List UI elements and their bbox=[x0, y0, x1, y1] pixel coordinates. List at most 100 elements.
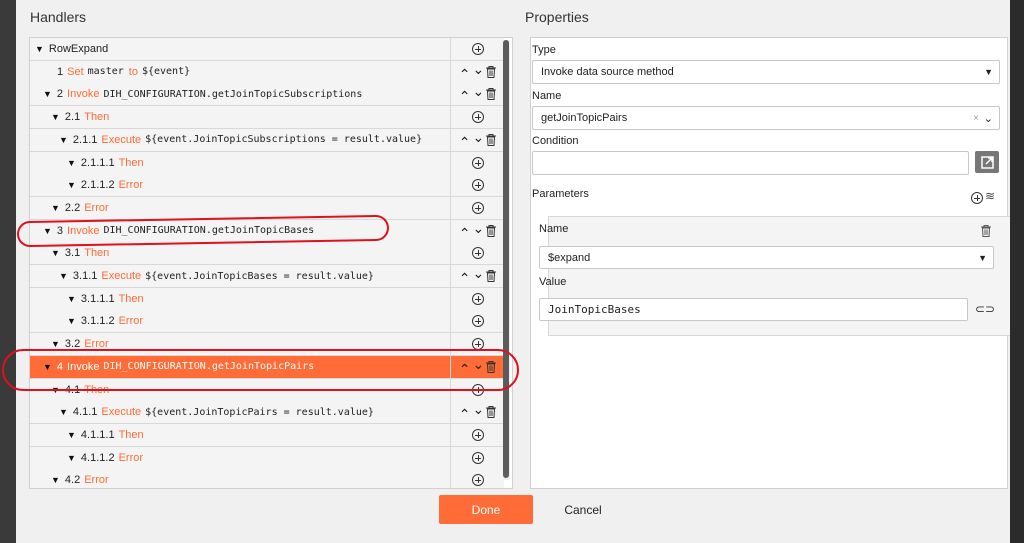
handler-row-main[interactable]: ▼ 3.1.1.1 Then bbox=[30, 287, 451, 310]
handler-row-main[interactable]: ▼ 2.1.1.2 Error bbox=[30, 174, 451, 197]
handler-row[interactable]: ▼ 4.1 Then bbox=[30, 378, 504, 402]
add-handler-icon[interactable] bbox=[471, 179, 484, 192]
move-up-icon[interactable]: ⌃ bbox=[459, 67, 471, 81]
expand-toggle-icon[interactable]: ▼ bbox=[51, 248, 60, 258]
handler-row[interactable]: ▼ 4.1.1.2 Error bbox=[30, 446, 504, 470]
handler-row-main[interactable]: ▼ 4 Invoke DIH_CONFIGURATION.getJoinTopicPa… bbox=[30, 355, 451, 378]
handlers-scrollbar-thumb[interactable] bbox=[503, 40, 509, 478]
move-up-icon[interactable]: ⌃ bbox=[459, 89, 471, 103]
expand-toggle-icon[interactable]: ▼ bbox=[59, 135, 68, 145]
handler-row-main[interactable]: ▼ 4.1 Then bbox=[30, 378, 451, 401]
move-up-icon[interactable]: ⌃ bbox=[459, 362, 471, 376]
handler-row-main[interactable]: ▼ 4.1.1.1 Then bbox=[30, 423, 451, 446]
move-down-icon[interactable]: ⌄ bbox=[473, 84, 485, 98]
handler-row-main[interactable]: ▼ 4.2 Error bbox=[30, 469, 451, 488]
expand-toggle-icon[interactable]: ▼ bbox=[51, 112, 60, 122]
expand-toggle-icon[interactable]: ▼ bbox=[51, 339, 60, 349]
link-icon[interactable]: ⊂⊃ bbox=[975, 302, 995, 316]
expand-toggle-icon[interactable]: ▼ bbox=[67, 294, 76, 304]
layers-icon[interactable]: ≋ bbox=[985, 189, 995, 203]
handler-row[interactable]: ▼ 4.1.1 Execute ${event.JoinTopicPairs = re… bbox=[30, 401, 504, 425]
handler-row-main[interactable]: ▼ 3.1.1.2 Error bbox=[30, 310, 451, 333]
add-handler-icon[interactable] bbox=[471, 247, 484, 260]
move-down-icon[interactable]: ⌄ bbox=[473, 357, 485, 371]
handler-row-main[interactable]: ▼ 4.1.1.2 Error bbox=[30, 446, 451, 469]
handler-row[interactable]: 1 Set master to ${event} ⌃ ⌄ bbox=[30, 60, 504, 84]
handler-row-main[interactable]: ▼ 3.2 Error bbox=[30, 333, 451, 356]
expand-toggle-icon[interactable]: ▼ bbox=[51, 203, 60, 213]
expand-toggle-icon[interactable]: ▼ bbox=[59, 271, 68, 281]
add-parameter-icon[interactable] bbox=[971, 192, 983, 204]
expand-toggle-icon[interactable]: ▼ bbox=[67, 453, 76, 463]
add-handler-icon[interactable] bbox=[471, 428, 484, 441]
move-up-icon[interactable]: ⌃ bbox=[459, 226, 471, 240]
add-handler-icon[interactable] bbox=[471, 451, 484, 464]
handler-row-main[interactable]: ▼ 3.1.1 Execute ${event.JoinTopicBases = re… bbox=[30, 265, 451, 287]
done-button[interactable]: Done bbox=[439, 495, 533, 524]
add-handler-icon[interactable] bbox=[471, 111, 484, 124]
expand-toggle-icon[interactable]: ▼ bbox=[51, 475, 60, 485]
handler-row[interactable]: ▼ 2.1.1.2 Error bbox=[30, 174, 504, 198]
trash-icon[interactable] bbox=[486, 88, 497, 101]
handler-row-main[interactable]: ▼ 2.1.1.1 Then bbox=[30, 151, 451, 174]
handler-row-main[interactable]: ▼ 2.2 Error bbox=[30, 196, 451, 219]
name-select[interactable]: getJoinTopicPairs × ⌄ bbox=[532, 106, 1000, 130]
expand-toggle-icon[interactable]: ▼ bbox=[43, 89, 52, 99]
handler-row[interactable]: ▼ 2.1.1 Execute ${event.JoinTopicSubscripti… bbox=[30, 128, 504, 152]
handler-row[interactable]: ▼ 3.1.1.1 Then bbox=[30, 287, 504, 311]
handler-row[interactable]: ▼ 2.1 Then bbox=[30, 106, 504, 130]
move-up-icon[interactable]: ⌃ bbox=[459, 135, 471, 149]
move-down-icon[interactable]: ⌄ bbox=[473, 62, 485, 76]
expand-toggle-icon[interactable]: ▼ bbox=[67, 158, 76, 168]
type-select[interactable]: Invoke data source method ▼ bbox=[532, 60, 1000, 84]
open-editor-button[interactable] bbox=[975, 151, 999, 173]
delete-parameter-icon[interactable] bbox=[981, 225, 991, 237]
handler-row[interactable]: ▼ RowExpand bbox=[30, 38, 504, 61]
cancel-button[interactable]: Cancel bbox=[546, 495, 620, 524]
move-up-icon[interactable]: ⌃ bbox=[459, 407, 471, 421]
add-handler-icon[interactable] bbox=[471, 383, 484, 396]
handler-row-selected[interactable]: ▼ 4 Invoke DIH_CONFIGURATION.getJoinTopicPa… bbox=[30, 355, 504, 379]
expand-toggle-icon[interactable]: ▼ bbox=[43, 226, 52, 236]
handler-row[interactable]: ▼ 2 Invoke DIH_CONFIGURATION.getJoinTopicSu… bbox=[30, 83, 504, 107]
trash-icon[interactable] bbox=[486, 224, 497, 237]
param-name-select[interactable]: $expand ▼ bbox=[539, 246, 994, 269]
clear-icon[interactable]: × bbox=[973, 113, 979, 124]
expand-toggle-icon[interactable]: ▼ bbox=[51, 385, 60, 395]
trash-icon[interactable] bbox=[486, 65, 497, 78]
expand-toggle-icon[interactable]: ▼ bbox=[59, 407, 68, 417]
handler-row[interactable]: ▼ 3.2 Error bbox=[30, 333, 504, 357]
add-handler-icon[interactable] bbox=[471, 43, 484, 55]
handler-row[interactable]: ▼ 2.1.1.1 Then bbox=[30, 151, 504, 175]
handler-row[interactable]: ▼ 3.1.1.2 Error bbox=[30, 310, 504, 334]
param-value-input[interactable]: JoinTopicBases bbox=[539, 298, 968, 321]
trash-icon[interactable] bbox=[486, 270, 497, 282]
trash-icon[interactable] bbox=[486, 406, 497, 419]
handler-row-main[interactable]: ▼ 2 Invoke DIH_CONFIGURATION.getJoinTopicSu… bbox=[30, 83, 451, 106]
move-up-icon[interactable]: ⌃ bbox=[459, 271, 471, 285]
add-handler-icon[interactable] bbox=[471, 201, 484, 214]
add-handler-icon[interactable] bbox=[471, 338, 484, 351]
handler-row-main[interactable]: ▼ 3.1 Then bbox=[30, 242, 451, 265]
trash-icon[interactable] bbox=[486, 360, 497, 373]
handler-row-main[interactable]: ▼ 3 Invoke DIH_CONFIGURATION.getJoinTopicBa… bbox=[30, 219, 451, 242]
handler-row-main[interactable]: ▼ 4.1.1 Execute ${event.JoinTopicPairs = re… bbox=[30, 401, 451, 424]
expand-toggle-icon[interactable]: ▼ bbox=[67, 316, 76, 326]
handler-row-main[interactable]: ▼ 2.1.1 Execute ${event.JoinTopicSubscripti… bbox=[30, 128, 451, 151]
move-down-icon[interactable]: ⌄ bbox=[473, 221, 485, 235]
handler-row-main[interactable]: ▼ RowExpand bbox=[30, 38, 451, 60]
move-down-icon[interactable]: ⌄ bbox=[473, 266, 485, 280]
add-handler-icon[interactable] bbox=[471, 474, 484, 487]
handler-row[interactable]: ▼ 3 Invoke DIH_CONFIGURATION.getJoinTopicBa… bbox=[30, 219, 504, 243]
handler-row[interactable]: ▼ 4.1.1.1 Then bbox=[30, 423, 504, 447]
handler-row[interactable]: ▼ 3.1 Then bbox=[30, 242, 504, 266]
add-handler-icon[interactable] bbox=[471, 315, 484, 328]
handler-row[interactable]: ▼ 4.2 Error bbox=[30, 469, 504, 488]
handler-row[interactable]: ▼ 3.1.1 Execute ${event.JoinTopicBases = re… bbox=[30, 265, 504, 288]
move-down-icon[interactable]: ⌄ bbox=[473, 130, 485, 144]
handler-row[interactable]: ▼ 2.2 Error bbox=[30, 196, 504, 220]
expand-toggle-icon[interactable]: ▼ bbox=[43, 362, 52, 372]
handler-row-main[interactable]: 1 Set master to ${event} bbox=[30, 60, 451, 83]
condition-input[interactable] bbox=[532, 151, 969, 175]
expand-toggle-icon[interactable]: ▼ bbox=[67, 430, 76, 440]
